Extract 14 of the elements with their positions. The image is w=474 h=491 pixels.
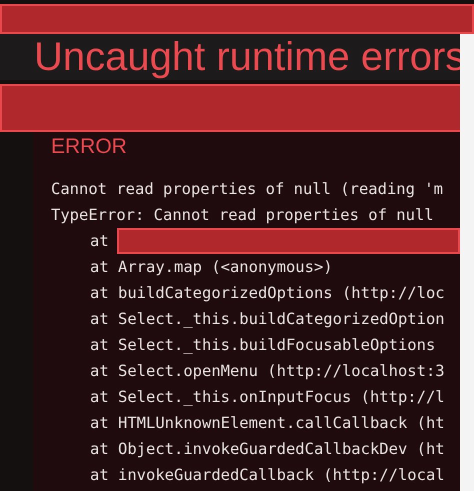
stack-trace-line: at Array.map (<anonymous>) — [90, 257, 333, 278]
error-message: Cannot read properties of null (reading 'm — [51, 179, 444, 200]
stack-trace-line: at Object.invokeGuardedCallbackDev (ht — [90, 439, 445, 460]
stack-trace-line: at — [90, 231, 109, 252]
stack-trace-line: at Select.openMenu (http://localhost:3 — [90, 361, 445, 382]
error-message: TypeError: Cannot read properties of null — [51, 205, 435, 226]
stack-trace-line: at Select._this.onInputFocus (http://l — [90, 387, 445, 408]
stack-trace-line: at Select._this.buildCategorizedOption — [90, 309, 445, 330]
stack-trace-line: at Select._this.buildFocusableOptions — [90, 335, 436, 356]
error-overlay-title: Uncaught runtime errors — [34, 34, 466, 80]
stack-trace-line: at invokeGuardedCallback (http://local — [90, 465, 445, 486]
error-label: ERROR — [51, 134, 128, 160]
stack-trace-line: at HTMLUnknownElement.callCallback (ht — [90, 413, 445, 434]
stack-trace-line: at buildCategorizedOptions (http://loc — [90, 283, 445, 304]
